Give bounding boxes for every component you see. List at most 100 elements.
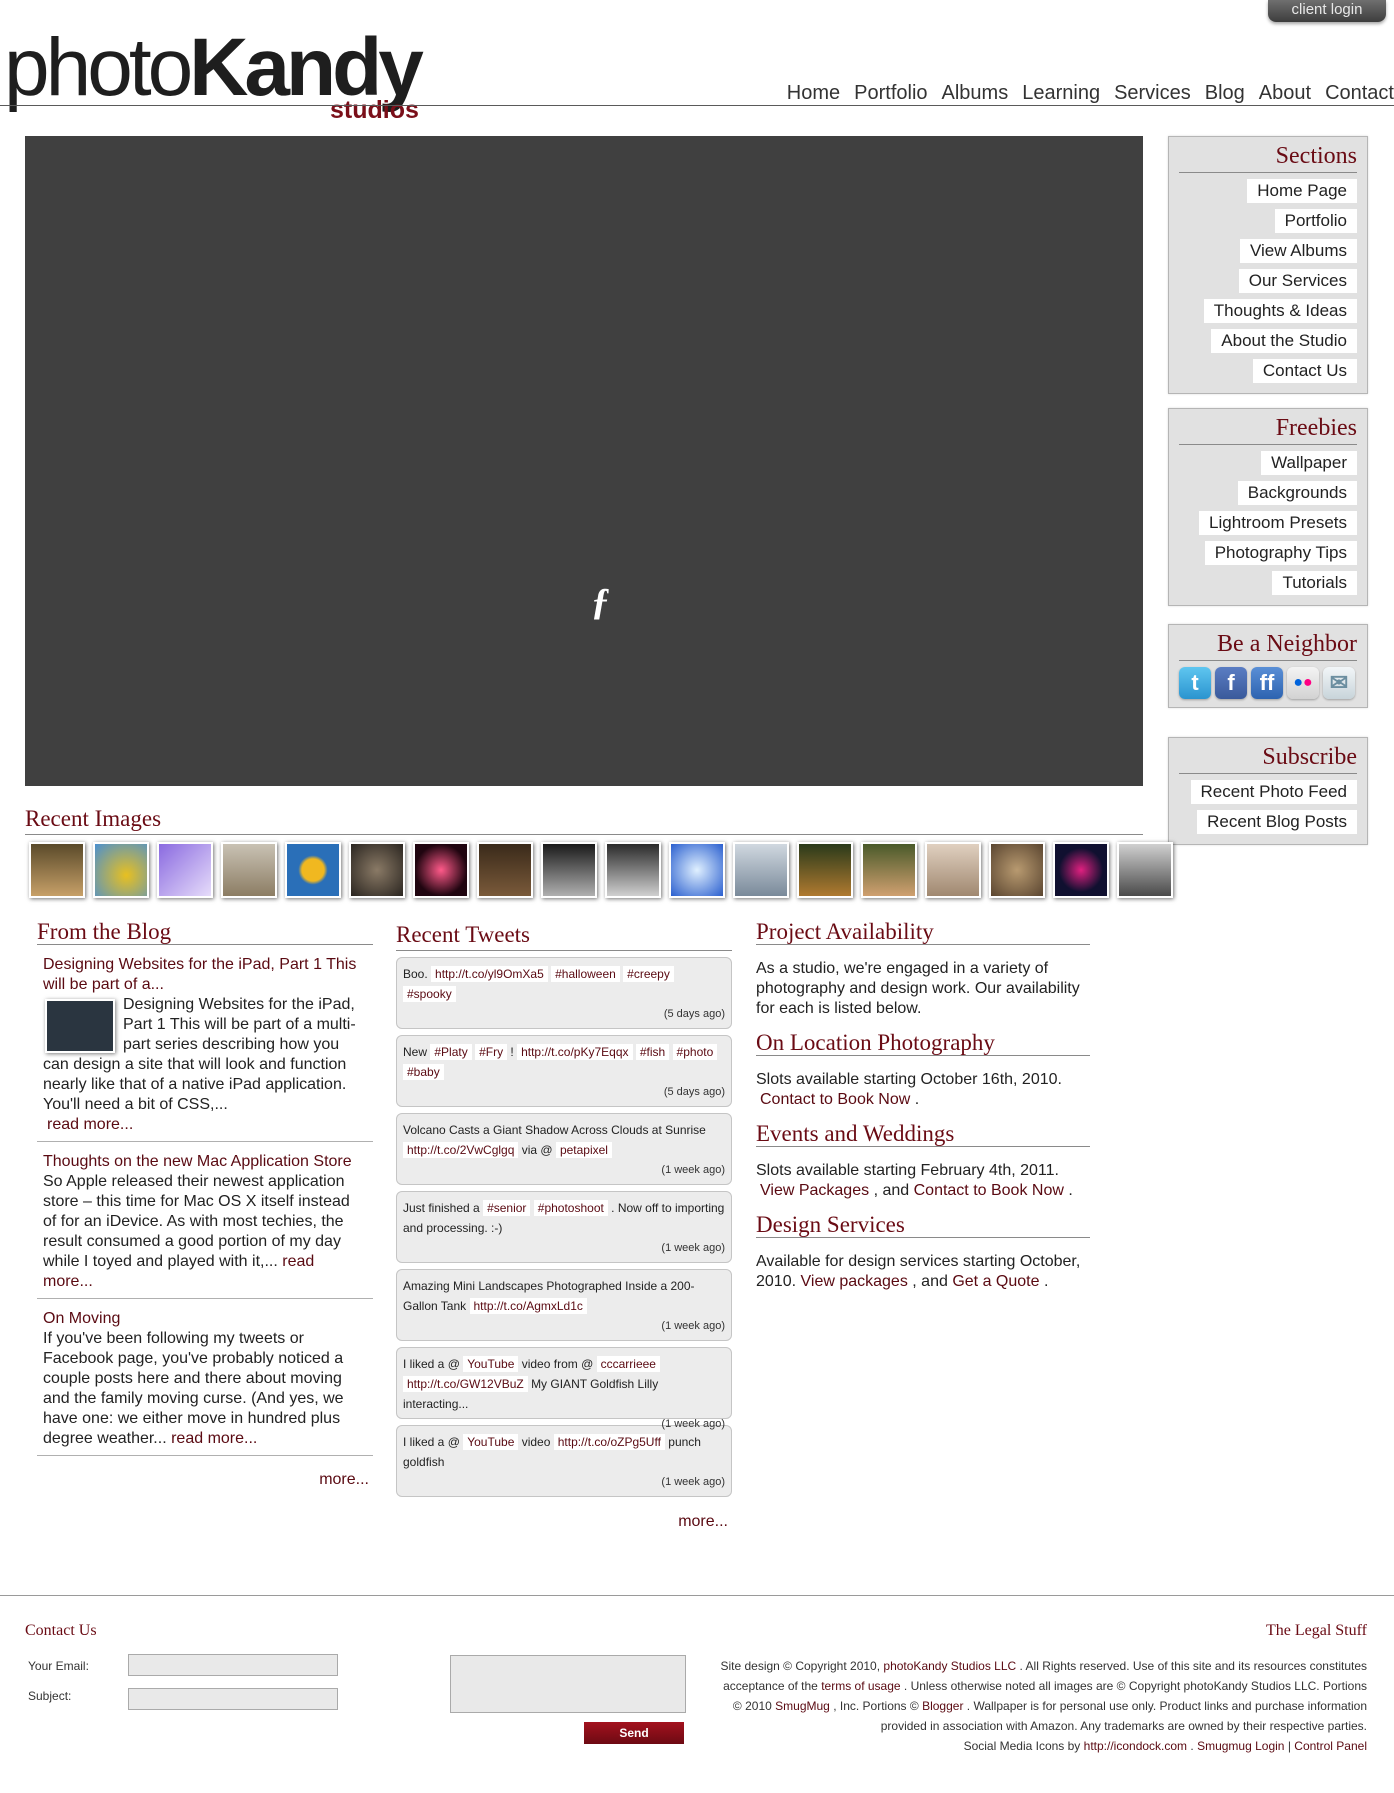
contact-to-book-link[interactable]: Contact to Book Now — [760, 1091, 910, 1108]
recent-image-thumb[interactable] — [285, 842, 341, 898]
legal-line: , Inc. Portions © — [833, 1699, 919, 1713]
icondock-link[interactable]: http://icondock.com — [1084, 1739, 1187, 1753]
contact-form-title: Contact Us — [25, 1622, 97, 1639]
nav-contact[interactable]: Contact — [1325, 82, 1394, 105]
tweet-link[interactable]: YouTube — [463, 1356, 519, 1372]
tweet-link[interactable]: #photoshoot — [533, 1200, 608, 1216]
nav-albums[interactable]: Albums — [942, 82, 1009, 105]
read-more-link[interactable]: read more... — [47, 1116, 133, 1133]
blog-more-link[interactable]: more... — [37, 1456, 373, 1490]
tweet-link[interactable]: #halloween — [551, 966, 620, 982]
tweet-link[interactable]: cccarrieee — [596, 1356, 660, 1372]
freebies-lightroom-presets[interactable]: Lightroom Presets — [1199, 511, 1357, 535]
client-login-button[interactable]: client login — [1268, 0, 1386, 22]
recent-image-thumb[interactable] — [861, 842, 917, 898]
control-panel-link[interactable]: Control Panel — [1294, 1739, 1367, 1753]
recent-image-thumb[interactable] — [1053, 842, 1109, 898]
tweet-link[interactable]: http://t.co/pKy7Eqqx — [517, 1044, 633, 1060]
get-quote-link[interactable]: Get a Quote — [952, 1273, 1039, 1290]
recent-image-thumb[interactable] — [29, 842, 85, 898]
smugmug-login-link[interactable]: Smugmug Login — [1197, 1739, 1284, 1753]
terms-of-usage-link[interactable]: terms of usage — [821, 1679, 900, 1693]
view-packages-link[interactable]: View Packages — [760, 1182, 869, 1199]
recent-image-thumb[interactable] — [989, 842, 1045, 898]
blog-post-thumbnail[interactable] — [45, 999, 115, 1053]
blog-post-title[interactable]: On Moving — [43, 1309, 367, 1329]
recent-image-thumb[interactable] — [797, 842, 853, 898]
recent-image-thumb[interactable] — [413, 842, 469, 898]
view-packages-link[interactable]: View packages — [801, 1273, 908, 1290]
subscribe-photo-feed[interactable]: Recent Photo Feed — [1190, 780, 1357, 804]
email-icon[interactable]: ✉ — [1323, 667, 1355, 699]
nav-home[interactable]: Home — [787, 82, 840, 105]
freebies-wallpaper[interactable]: Wallpaper — [1261, 451, 1357, 475]
subscribe-blog-posts[interactable]: Recent Blog Posts — [1197, 810, 1357, 834]
tweet-link[interactable]: http://t.co/GW12VBuZ — [403, 1376, 528, 1392]
recent-image-thumb[interactable] — [1117, 842, 1173, 898]
nav-about[interactable]: About — [1259, 82, 1311, 105]
sections-about-studio[interactable]: About the Studio — [1211, 329, 1357, 353]
freebies-tutorials[interactable]: Tutorials — [1272, 571, 1357, 595]
blogger-link[interactable]: Blogger — [922, 1699, 963, 1713]
friendfeed-icon[interactable]: ff — [1251, 667, 1283, 699]
sections-contact-us[interactable]: Contact Us — [1252, 359, 1357, 383]
freebies-photography-tips[interactable]: Photography Tips — [1204, 541, 1357, 565]
sections-home-page[interactable]: Home Page — [1247, 179, 1357, 203]
recent-image-thumb[interactable] — [93, 842, 149, 898]
subject-field[interactable] — [128, 1688, 338, 1710]
subscribe-box: Subscribe Recent Photo Feed Recent Blog … — [1168, 737, 1368, 845]
flickr-icon[interactable]: ● ● — [1287, 667, 1319, 699]
tweet-link[interactable]: #baby — [403, 1064, 444, 1080]
blog-post-title[interactable]: Thoughts on the new Mac Application Stor… — [43, 1152, 367, 1172]
tweet-link[interactable]: #Fry — [475, 1044, 508, 1060]
tweet-link[interactable]: http://t.co/yl9OmXa5 — [431, 966, 548, 982]
contact-to-book-link[interactable]: Contact to Book Now — [914, 1182, 1064, 1199]
events-availability: Slots available starting February 4th, 2… — [756, 1162, 1059, 1179]
recent-image-thumb[interactable] — [733, 842, 789, 898]
sections-view-albums[interactable]: View Albums — [1239, 239, 1357, 263]
tweet-link[interactable]: #spooky — [403, 986, 456, 1002]
send-button[interactable]: Send — [584, 1722, 684, 1744]
flash-slideshow[interactable]: ƒ — [25, 136, 1143, 786]
recent-image-thumb[interactable] — [157, 842, 213, 898]
tweet-link[interactable]: http://t.co/2VwCglgq — [403, 1142, 519, 1158]
recent-image-thumb[interactable] — [925, 842, 981, 898]
photokandy-link[interactable]: photoKandy Studios LLC — [883, 1659, 1016, 1673]
logo[interactable]: photoKandy studios — [4, 24, 474, 125]
recent-image-thumb[interactable] — [477, 842, 533, 898]
recent-image-thumb[interactable] — [605, 842, 661, 898]
nav-portfolio[interactable]: Portfolio — [854, 82, 927, 105]
nav-services[interactable]: Services — [1114, 82, 1191, 105]
tweet-link[interactable]: #fish — [635, 1044, 670, 1060]
tweet-link[interactable]: #creepy — [623, 966, 674, 982]
tweet-link[interactable]: http://t.co/AgmxLd1c — [469, 1298, 587, 1314]
tweet-link[interactable]: #Platy — [430, 1044, 472, 1060]
recent-image-thumb[interactable] — [221, 842, 277, 898]
nav-blog[interactable]: Blog — [1205, 82, 1245, 105]
freebies-backgrounds[interactable]: Backgrounds — [1237, 481, 1357, 505]
blog-column: From the Blog Designing Websites for the… — [37, 920, 373, 1490]
message-textarea[interactable] — [450, 1655, 686, 1713]
tweet-link[interactable]: petapixel — [555, 1142, 612, 1158]
blog-post-title[interactable]: Designing Websites for the iPad, Part 1 … — [43, 955, 367, 995]
recent-image-thumb[interactable] — [669, 842, 725, 898]
tweet-text: I liked a @ YouTube video from @ cccarri… — [403, 1354, 725, 1414]
tweet-link[interactable]: YouTube — [463, 1434, 519, 1450]
subscribe-title: Subscribe — [1179, 744, 1357, 774]
smugmug-link[interactable]: SmugMug — [775, 1699, 830, 1713]
sections-portfolio[interactable]: Portfolio — [1274, 209, 1357, 233]
sections-our-services[interactable]: Our Services — [1238, 269, 1357, 293]
read-more-link[interactable]: read more... — [171, 1430, 257, 1447]
tweet-link[interactable]: http://t.co/oZPg5Uff — [553, 1434, 665, 1450]
recent-image-thumb[interactable] — [349, 842, 405, 898]
facebook-icon[interactable]: f — [1215, 667, 1247, 699]
tweets-more-link[interactable]: more... — [396, 1497, 732, 1531]
twitter-icon[interactable]: t — [1179, 667, 1211, 699]
sections-thoughts-ideas[interactable]: Thoughts & Ideas — [1203, 299, 1357, 323]
tweet-link[interactable]: #senior — [483, 1200, 531, 1216]
recent-image-thumb[interactable] — [541, 842, 597, 898]
tweet-link[interactable]: #photo — [672, 1044, 718, 1060]
email-field[interactable] — [128, 1654, 338, 1676]
nav-learning[interactable]: Learning — [1022, 82, 1100, 105]
tweet-text-part: via @ — [521, 1143, 553, 1157]
